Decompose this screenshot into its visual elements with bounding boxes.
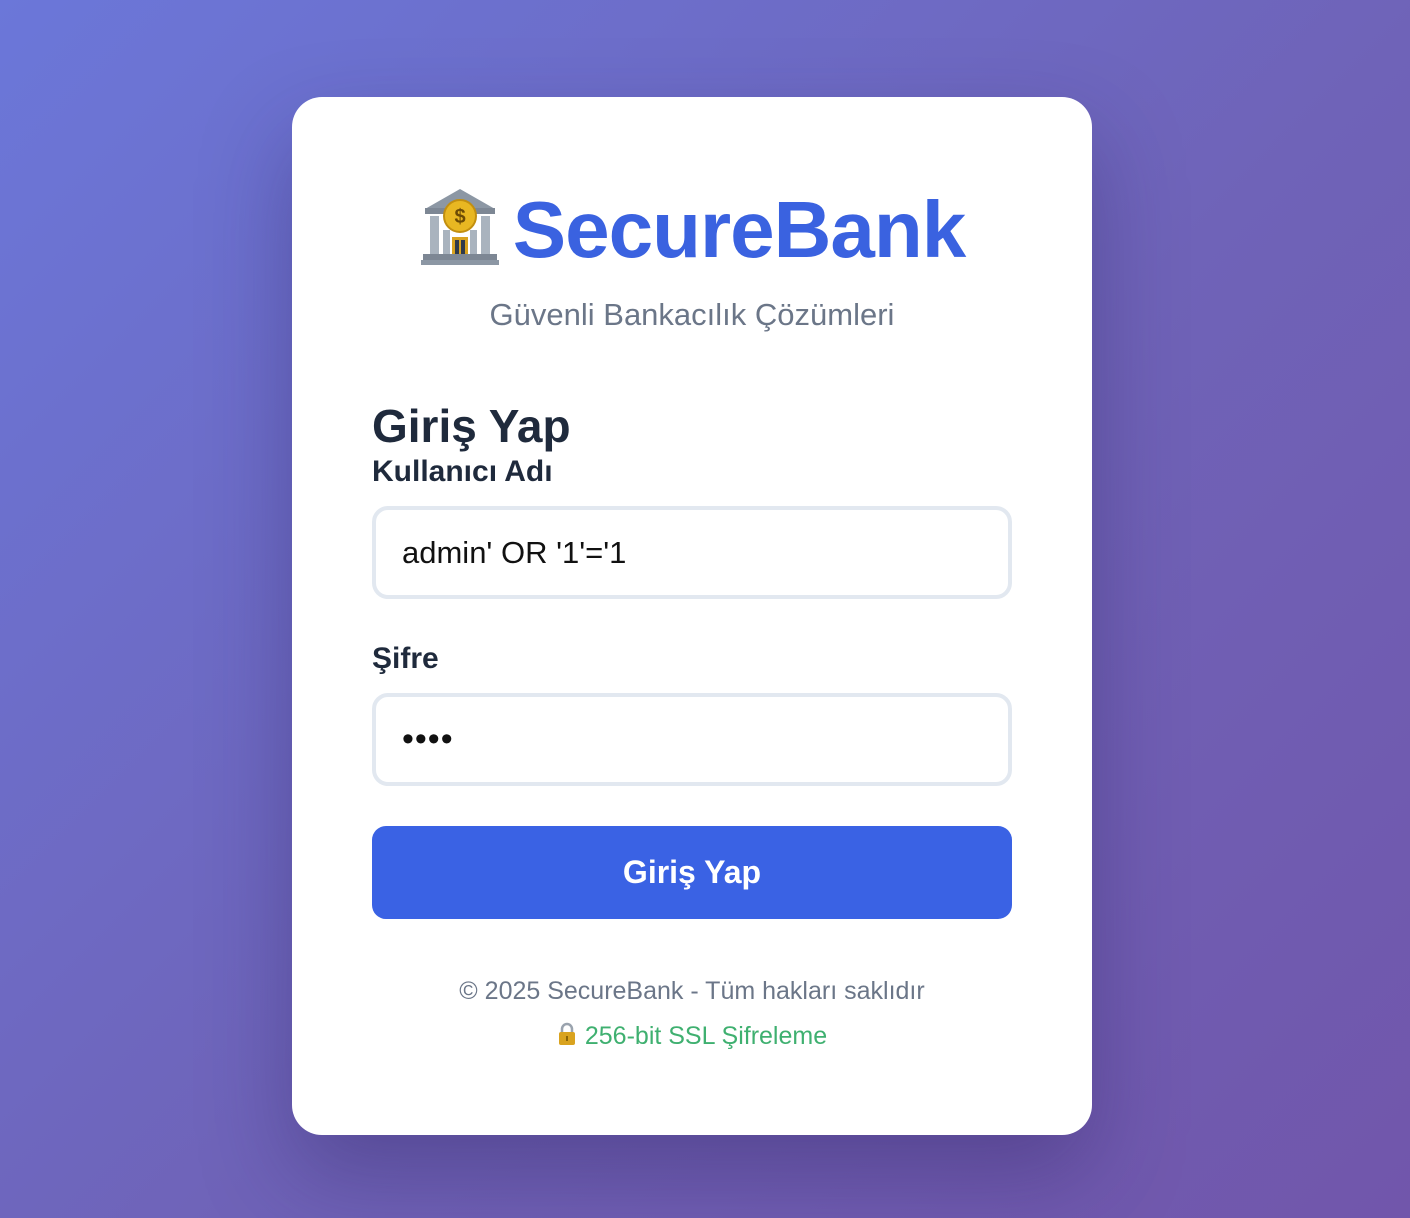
svg-text:$: $ [454, 206, 465, 228]
username-input[interactable] [372, 506, 1012, 599]
ssl-notice: 256-bit SSL Şifreleme [292, 1022, 1092, 1051]
copyright-text: © 2025 SecureBank - Tüm hakları saklıdır [459, 977, 925, 1005]
form-title: Giriş Yap [372, 400, 571, 452]
bank-icon: $ [419, 185, 501, 267]
login-card: $ SecureBank Güvenli Bankacılık Çözümler… [292, 97, 1092, 1135]
password-label: Şifre [372, 642, 439, 675]
username-label: Kullanıcı Adı [372, 455, 553, 488]
login-button[interactable]: Giriş Yap [372, 826, 1012, 919]
ssl-text: 256-bit SSL Şifreleme [584, 1022, 828, 1050]
brand-name: SecureBank [512, 185, 966, 274]
lock-icon [557, 1022, 577, 1046]
brand-tagline: Güvenli Bankacılık Çözümleri [489, 297, 895, 332]
brand-header: $ SecureBank [292, 185, 1092, 275]
password-input[interactable] [372, 693, 1012, 786]
